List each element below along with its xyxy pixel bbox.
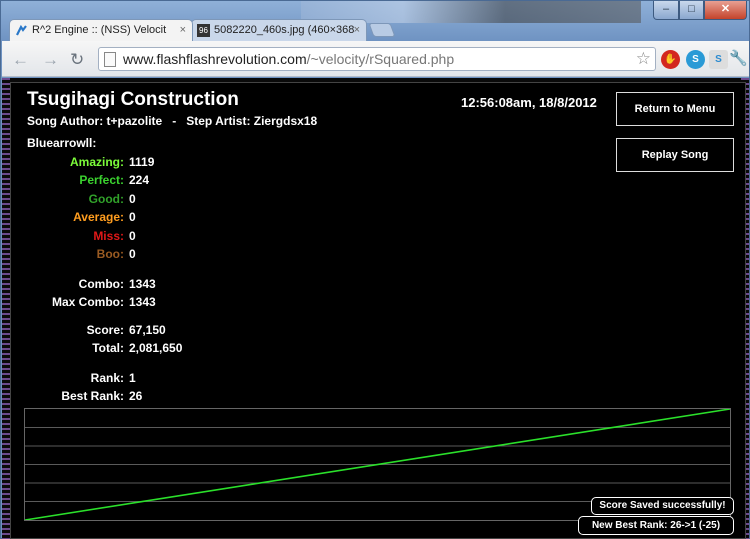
tab-strip: R^2 Engine :: (NSS) Velocit × 96 5082220… (1, 1, 750, 41)
result-datetime: 12:56:08am, 18/8/2012 (461, 95, 597, 110)
score-saved-toast: Score Saved successfully! (591, 497, 734, 515)
judgement-value: 0 (129, 210, 136, 224)
page-icon (104, 52, 116, 67)
stat-value: 26 (129, 389, 143, 403)
judgement-label: Good: (88, 192, 124, 206)
player-name: Bluearrowll: (27, 136, 97, 150)
url-path: /~velocity/rSquared.php (306, 51, 455, 67)
wrench-menu-icon[interactable]: 🔧 (729, 49, 748, 67)
stat-label: Total: (92, 341, 124, 355)
stat-label: Combo: (78, 277, 124, 291)
stat-value: 1 (129, 371, 136, 385)
forward-arrow-icon[interactable]: → (42, 50, 59, 70)
page-content: Tsugihagi Construction Song Author: t+pa… (2, 78, 749, 539)
stat-row: Max Combo: 1343 (11, 295, 211, 309)
stat-row: Score: 67,150 (11, 323, 211, 337)
judgement-row: Boo: 0 (11, 247, 211, 261)
judgement-value: 0 (129, 247, 136, 261)
tab-close-icon[interactable]: × (354, 24, 360, 36)
judgement-value: 224 (129, 173, 150, 187)
stat-value: 2,081,650 (129, 341, 183, 355)
judgement-label: Amazing: (70, 155, 124, 169)
judgement-label: Boo: (96, 247, 124, 261)
judgement-value: 0 (129, 192, 136, 206)
stat-label: Score: (86, 323, 124, 337)
tab-close-icon[interactable]: × (180, 24, 186, 36)
judgement-label: Average: (73, 210, 124, 224)
stat-row: Combo: 1343 (11, 277, 211, 291)
minimize-button[interactable]: – (653, 1, 679, 20)
judgement-value: 1119 (129, 155, 155, 169)
tab-label: 5082220_460s.jpg (460×368 (214, 24, 355, 36)
tab-label: R^2 Engine :: (NSS) Velocit (32, 24, 167, 36)
address-bar[interactable]: www.flashflashrevolution.com/~velocity/r… (98, 47, 656, 71)
new-tab-button[interactable] (368, 23, 396, 37)
judgement-row: Good: 0 (11, 192, 211, 206)
adblock-icon[interactable]: ✋ (661, 50, 680, 69)
song-meta: Song Author: t+pazolite - Step Artist: Z… (27, 114, 318, 128)
back-arrow-icon[interactable]: ← (12, 50, 29, 70)
judgement-row: Perfect: 224 (11, 173, 211, 187)
stat-value: 67,150 (129, 323, 166, 337)
url-host: www.flashflashrevolution.com (123, 51, 307, 67)
close-window-button[interactable]: ✕ (704, 1, 747, 20)
judgement-label: Miss: (93, 229, 124, 243)
best-rank-toast: New Best Rank: 26->1 (-25) (578, 516, 734, 535)
stat-label: Max Combo: (52, 295, 124, 309)
stat-value: 1343 (129, 277, 156, 291)
judgement-row: Average: 0 (11, 210, 211, 224)
skype-alt-icon[interactable]: S (709, 50, 728, 69)
stat-value: 1343 (129, 295, 156, 309)
tab-r2-engine[interactable]: R^2 Engine :: (NSS) Velocit × (9, 19, 193, 41)
stat-label: Best Rank: (61, 389, 124, 403)
maximize-button[interactable]: □ (679, 1, 704, 20)
replay-song-button[interactable]: Replay Song (616, 138, 734, 172)
image-favicon-icon: 96 (197, 24, 210, 37)
stat-row: Best Rank: 26 (11, 389, 211, 403)
stat-label: Rank: (90, 371, 124, 385)
arrow-logo-icon (16, 24, 27, 36)
results-stage: Tsugihagi Construction Song Author: t+pa… (10, 82, 746, 539)
return-to-menu-button[interactable]: Return to Menu (616, 92, 734, 126)
judgement-value: 0 (129, 229, 136, 243)
judgement-label: Perfect: (79, 173, 124, 187)
stat-row: Total: 2,081,650 (11, 341, 211, 355)
browser-window: R^2 Engine :: (NSS) Velocit × 96 5082220… (0, 0, 750, 539)
browser-toolbar: ← → ↻ www.flashflashrevolution.com/~velo… (2, 41, 749, 77)
reload-icon[interactable]: ↻ (70, 50, 84, 70)
judgement-row: Amazing: 1119 (11, 155, 211, 169)
left-dotted-border (2, 78, 10, 539)
song-title: Tsugihagi Construction (27, 89, 239, 110)
stat-row: Rank: 1 (11, 371, 211, 385)
skype-icon[interactable]: S (686, 50, 705, 69)
bookmark-star-icon[interactable]: ☆ (636, 49, 651, 69)
tab-image[interactable]: 96 5082220_460s.jpg (460×368 × (191, 19, 367, 41)
judgement-row: Miss: 0 (11, 229, 211, 243)
